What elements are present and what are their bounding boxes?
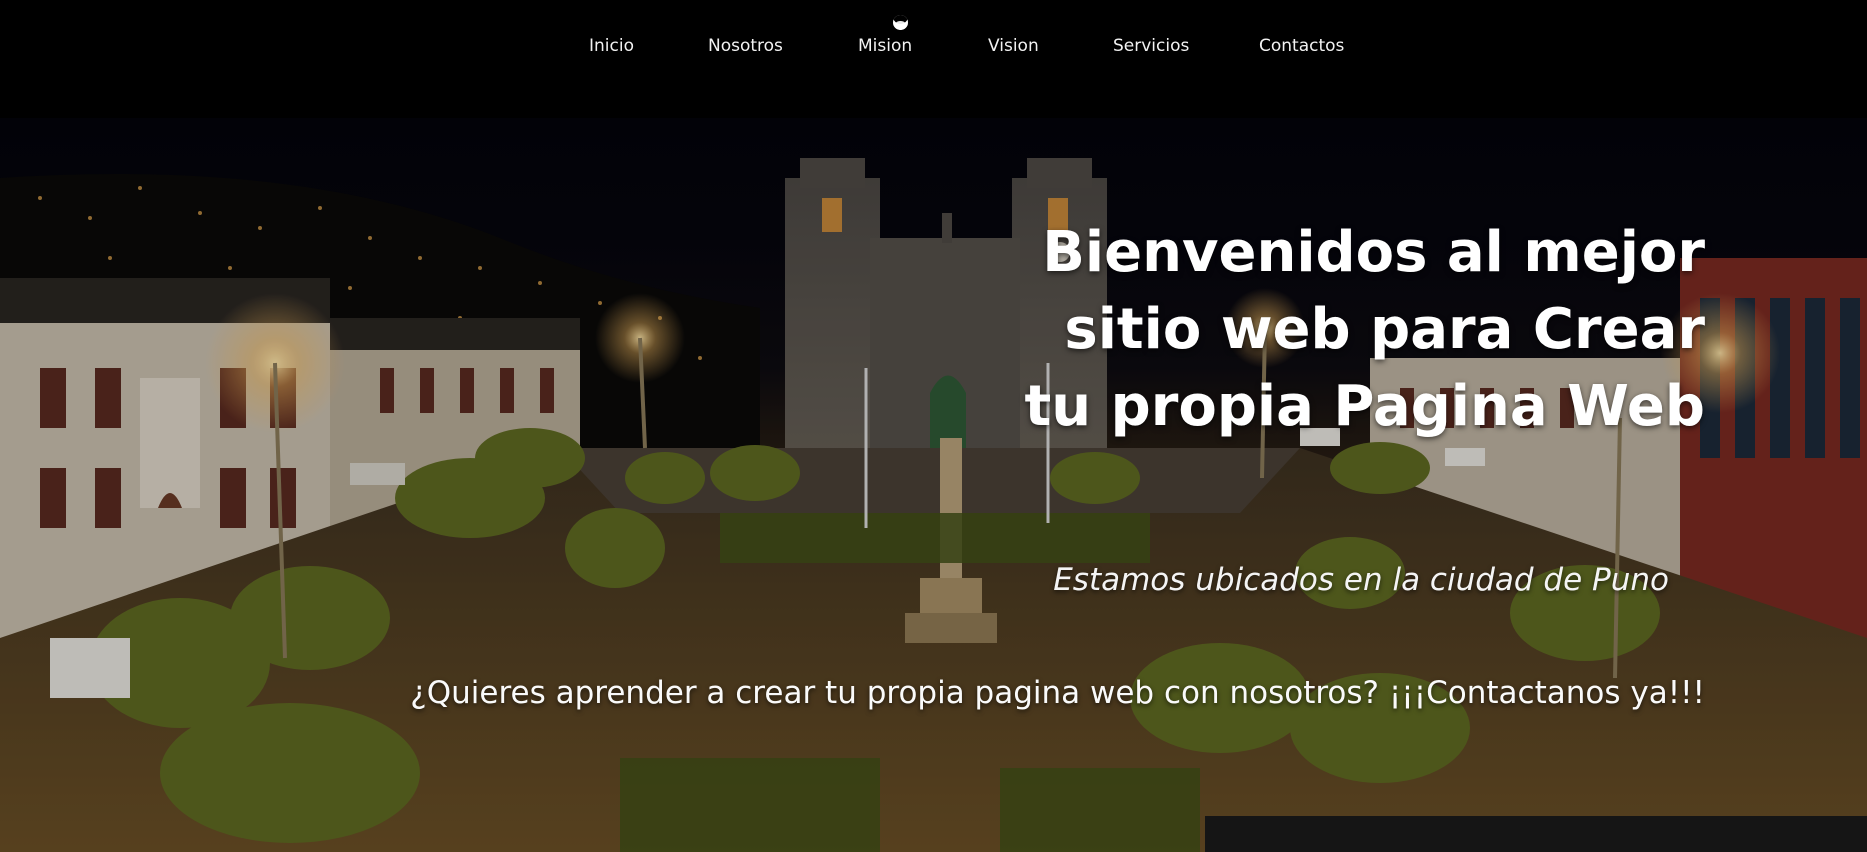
hero-cta-text: ¿Quieres aprender a crear tu propia pagi…	[410, 675, 1705, 711]
page: Inicio Nosotros Mision Vision Servicios …	[0, 0, 1867, 852]
nav-item-inicio[interactable]: Inicio	[589, 36, 634, 56]
hero-section: Bienvenidos al mejor sitio web para Crea…	[0, 118, 1867, 852]
nav-item-vision[interactable]: Vision	[988, 36, 1039, 56]
moon-icon	[893, 15, 908, 30]
nav-item-servicios[interactable]: Servicios	[1113, 36, 1189, 56]
top-navbar: Inicio Nosotros Mision Vision Servicios …	[0, 0, 1867, 118]
nav-item-mision[interactable]: Mision	[858, 36, 912, 56]
main-nav: Inicio Nosotros Mision Vision Servicios …	[0, 0, 1867, 95]
nav-item-nosotros[interactable]: Nosotros	[708, 36, 783, 56]
hero-location-text: Estamos ubicados en la ciudad de Puno	[1053, 562, 1669, 598]
nav-item-contactos[interactable]: Contactos	[1259, 36, 1344, 56]
hero-title: Bienvenidos al mejor sitio web para Crea…	[1024, 220, 1705, 439]
